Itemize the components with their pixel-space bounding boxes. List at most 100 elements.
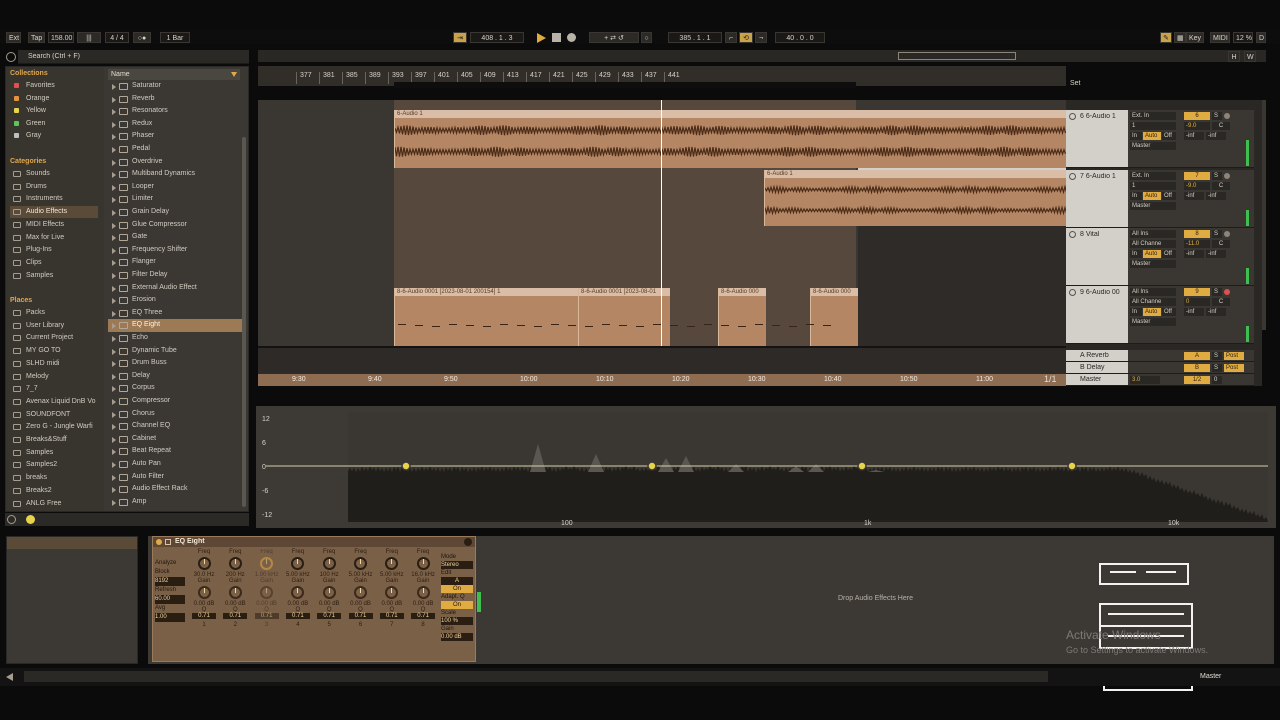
gain-knob[interactable]	[260, 586, 274, 599]
q-value[interactable]: 0.71	[254, 613, 279, 619]
monitor-in[interactable]: In	[1130, 308, 1142, 316]
track-activator[interactable]: 8	[1184, 230, 1210, 238]
audio-clip[interactable]: 8-6-Audio 0001 [2023-08-01	[578, 288, 670, 346]
pan-value[interactable]: C	[1212, 298, 1230, 306]
record-icon[interactable]	[567, 33, 576, 42]
freq-knob[interactable]	[385, 557, 399, 570]
gain-knob[interactable]	[228, 586, 242, 599]
monitor-in[interactable]: In	[1130, 192, 1142, 200]
send-b-value[interactable]: -inf	[1206, 308, 1226, 316]
preview-icon[interactable]	[7, 515, 16, 524]
midi-map-button[interactable]: MIDI	[1210, 32, 1230, 43]
place-item[interactable]: Packs	[10, 307, 98, 319]
play-icon[interactable]	[537, 33, 546, 43]
browser-item[interactable]: Chorus	[108, 408, 242, 421]
input-type[interactable]: All Ins	[1130, 288, 1176, 296]
w-toggle[interactable]: W	[1244, 51, 1256, 62]
solo-button[interactable]: S	[1212, 230, 1222, 238]
eq-band-node[interactable]	[647, 461, 657, 471]
category-item[interactable]: Instruments	[10, 193, 98, 205]
place-item[interactable]: 7_7	[10, 383, 98, 395]
browser-item[interactable]: Auto Filter	[108, 471, 242, 484]
browser-item[interactable]: Drum Buss	[108, 357, 242, 370]
browser-item[interactable]: External Audio Effect	[108, 282, 242, 295]
input-type[interactable]: Ext. In	[1130, 112, 1176, 120]
q-value[interactable]: 0.71	[379, 613, 404, 619]
eq-band-node[interactable]	[1067, 461, 1077, 471]
eq-spectrum-graph[interactable]: 12 6 0 -6 -12 100 1k 10k	[256, 406, 1276, 528]
overview-window[interactable]	[898, 52, 1016, 60]
band-number[interactable]: 2	[220, 622, 250, 628]
send-a-value[interactable]: -inf	[1184, 250, 1204, 258]
expand-arrow-icon[interactable]	[112, 159, 116, 166]
expand-arrow-icon[interactable]	[112, 499, 116, 506]
ext-button[interactable]: Ext	[6, 32, 21, 43]
browser-item[interactable]: EQ Three	[108, 307, 242, 320]
metronome-button[interactable]: ○●	[133, 32, 151, 43]
q-value[interactable]: 0.71	[192, 613, 216, 619]
gain-knob[interactable]	[197, 586, 211, 599]
freq-knob[interactable]	[322, 557, 336, 570]
device-close-icon[interactable]	[464, 538, 472, 546]
expand-arrow-icon[interactable]	[112, 210, 116, 216]
q-value[interactable]: 0.71	[285, 613, 310, 619]
eq-spectrum-view[interactable]: 12 6 0 -6 -12 100 1k 10k	[256, 406, 1276, 528]
output-routing[interactable]: Master	[1130, 318, 1176, 326]
browser-item[interactable]: Flanger	[108, 256, 242, 269]
return-activator[interactable]: B	[1184, 364, 1210, 372]
q-value[interactable]: 0.71	[348, 613, 373, 619]
expand-arrow-icon[interactable]	[112, 373, 116, 380]
place-item[interactable]: Zero G - Jungle Warfi	[10, 421, 98, 433]
expand-arrow-icon[interactable]	[112, 310, 116, 317]
expand-arrow-icon[interactable]	[112, 197, 116, 204]
tap-button[interactable]: Tap	[28, 32, 45, 43]
fold-icon[interactable]	[1069, 231, 1076, 238]
place-item[interactable]: SLHD midi	[10, 358, 98, 370]
expand-arrow-icon[interactable]	[112, 449, 116, 456]
preview-headphone-icon[interactable]	[26, 515, 35, 524]
loop-brace[interactable]	[394, 82, 856, 88]
solo-button[interactable]: S	[1212, 288, 1222, 296]
category-item[interactable]: Sounds	[10, 168, 98, 180]
band-number[interactable]: 5	[314, 622, 344, 628]
freq-knob[interactable]	[416, 557, 430, 570]
track-header[interactable]: 9 6-Audio 00	[1066, 286, 1128, 344]
edit-on-toggle[interactable]: On	[441, 585, 473, 593]
monitor-in[interactable]: In	[1130, 250, 1142, 258]
send-a-value[interactable]: -inf	[1184, 308, 1204, 316]
scrollbar-right[interactable]	[1262, 100, 1266, 330]
output-routing[interactable]: Master	[1130, 260, 1176, 268]
time-signature[interactable]: 4 / 4	[105, 32, 129, 43]
expand-arrow-icon[interactable]	[112, 184, 116, 191]
volume-value[interactable]: -9.0	[1184, 122, 1210, 130]
expand-arrow-icon[interactable]	[112, 323, 116, 330]
browser-item[interactable]: Resonators	[108, 105, 242, 118]
collection-item[interactable]: Orange	[10, 93, 98, 105]
browser-item[interactable]: Overdrive	[108, 156, 242, 169]
freq-knob[interactable]	[228, 557, 242, 570]
band-number[interactable]: 4	[283, 622, 313, 628]
punch-in-icon[interactable]: ⌐	[725, 32, 737, 43]
browser-item[interactable]: Frequency Shifter	[108, 244, 242, 257]
sort-down-icon[interactable]	[231, 72, 237, 77]
audio-clip[interactable]: 6-Audio 1	[764, 170, 1067, 226]
expand-arrow-icon[interactable]	[112, 222, 116, 229]
input-channel[interactable]: All Channe	[1130, 240, 1176, 248]
eq-band-5[interactable]: Freq 100 Hz Gain 0.00 dB Q 0.71 5	[314, 549, 344, 661]
monitor-auto[interactable]: Auto	[1143, 132, 1161, 140]
eq-band-node[interactable]	[857, 461, 867, 471]
send-b-value[interactable]: -inf	[1206, 192, 1226, 200]
browser-item[interactable]: Auto Pan	[108, 458, 242, 471]
status-left-icon[interactable]	[6, 673, 13, 681]
track-header[interactable]: 6 6-Audio 1	[1066, 110, 1128, 168]
browser-item[interactable]: Filter Delay	[108, 269, 242, 282]
band-number[interactable]: 7	[377, 622, 407, 628]
category-item[interactable]: Audio Effects	[10, 206, 98, 219]
expand-arrow-icon[interactable]	[112, 424, 116, 431]
overview-strip[interactable]: H W	[258, 50, 1266, 62]
browser-item[interactable]: Amp	[108, 496, 242, 509]
hot-swap-icon[interactable]	[165, 539, 171, 545]
send-b-value[interactable]: -inf	[1206, 250, 1226, 258]
eq-band-6[interactable]: Freq 5.00 kHz Gain 0.00 dB Q 0.71 6	[346, 549, 376, 661]
eq-eight-device[interactable]: EQ Eight Analyze Block 8192 Refresh 60.0…	[152, 536, 476, 662]
